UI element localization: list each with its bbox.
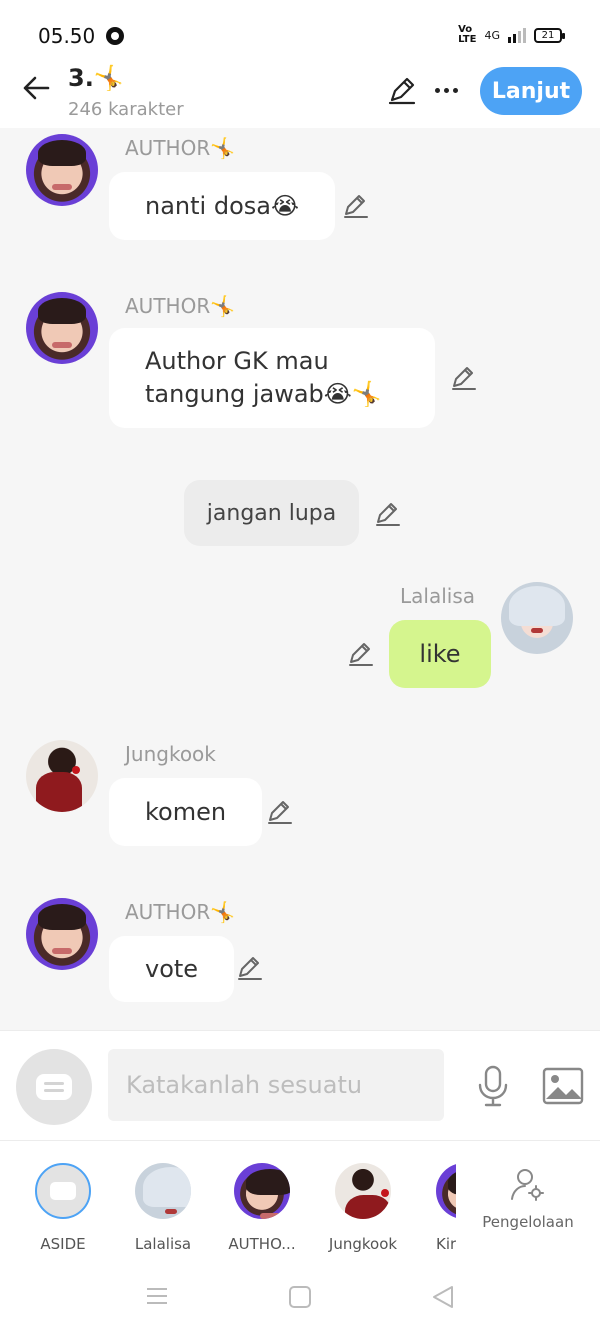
chat-bubble-icon	[50, 1182, 76, 1200]
character-strip: ASIDE Lalalisa AUTHO... Jungkook Kir Pen…	[0, 1140, 600, 1260]
edit-message-icon[interactable]	[347, 640, 375, 668]
story-title: 3.🤸	[68, 64, 124, 92]
character-label: ASIDE	[40, 1235, 86, 1253]
edit-title-icon[interactable]	[386, 74, 418, 106]
character-label: Kir	[436, 1235, 456, 1253]
chat-area[interactable]: AUTHOR🤸 nanti dosa😭 AUTHOR🤸 Author GK ma…	[0, 128, 600, 1030]
recent-apps-icon[interactable]	[146, 1286, 168, 1306]
status-bar: 05.50 Vo LTE 4G 21	[0, 0, 600, 62]
avatar-lalalisa[interactable]	[501, 582, 573, 654]
message-input-bar: Katakanlah sesuatu	[0, 1030, 600, 1140]
edit-message-icon[interactable]	[342, 192, 370, 220]
message-bubble[interactable]: nanti dosa😭	[109, 172, 336, 240]
speaker-name: AUTHOR🤸	[125, 294, 236, 318]
back-triangle-icon[interactable]	[430, 1284, 456, 1310]
avatar-other	[436, 1163, 456, 1219]
character-list[interactable]: ASIDE Lalalisa AUTHO... Jungkook Kir	[0, 1141, 456, 1261]
manage-label: Pengelolaan	[482, 1213, 574, 1231]
avatar-author[interactable]	[26, 292, 98, 364]
aside-bubble[interactable]: jangan lupa	[184, 480, 359, 546]
character-lalalisa[interactable]: Lalalisa	[123, 1163, 203, 1253]
edit-message-icon[interactable]	[266, 798, 294, 826]
message-bubble[interactable]: vote	[109, 936, 235, 1002]
message-input[interactable]: Katakanlah sesuatu	[108, 1049, 444, 1121]
status-time: 05.50	[38, 24, 96, 48]
back-button[interactable]	[18, 70, 54, 106]
speaker-name: Lalalisa	[400, 584, 475, 608]
avatar-jungkook[interactable]	[26, 740, 98, 812]
speaker-name: AUTHOR🤸	[125, 136, 236, 160]
avatar-author[interactable]	[26, 898, 98, 970]
character-label: Lalalisa	[134, 1235, 192, 1253]
avatar-jungkook	[335, 1163, 391, 1219]
image-upload-icon[interactable]	[542, 1067, 584, 1105]
aside-toggle-button[interactable]	[16, 1049, 92, 1125]
message-bubble[interactable]: like	[389, 620, 491, 688]
next-button[interactable]: Lanjut	[480, 67, 582, 115]
microphone-icon[interactable]	[474, 1065, 512, 1107]
manage-characters-button[interactable]: Pengelolaan	[478, 1165, 578, 1231]
avatar-author	[234, 1163, 290, 1219]
editor-header: 3.🤸 246 karakter Lanjut	[0, 62, 600, 128]
network-type: 4G	[484, 28, 500, 42]
character-count: 246 karakter	[68, 99, 184, 120]
chrome-icon	[106, 27, 124, 45]
user-settings-icon	[511, 1169, 544, 1201]
edit-message-icon[interactable]	[236, 954, 264, 982]
status-indicators: Vo LTE 4G 21	[458, 24, 565, 45]
character-author[interactable]: AUTHO...	[222, 1163, 302, 1253]
message-bubble[interactable]: Author GK mau tangung jawab😭🤸	[109, 328, 435, 428]
character-label: AUTHO...	[228, 1235, 296, 1253]
message-bubble[interactable]: komen	[109, 778, 263, 846]
avatar-author[interactable]	[26, 134, 98, 206]
system-nav-bar	[0, 1260, 600, 1333]
battery-icon: 21	[534, 27, 565, 43]
character-aside[interactable]: ASIDE	[23, 1163, 103, 1253]
character-label: Jungkook	[328, 1235, 398, 1253]
character-jungkook[interactable]: Jungkook	[323, 1163, 403, 1253]
speaker-name: AUTHOR🤸	[125, 900, 236, 924]
edit-message-icon[interactable]	[374, 500, 402, 528]
home-icon[interactable]	[289, 1286, 311, 1308]
aside-avatar	[35, 1163, 91, 1219]
signal-icon	[508, 27, 526, 43]
more-options-icon[interactable]	[432, 76, 460, 104]
speaker-name: Jungkook	[125, 742, 216, 766]
avatar-lalalisa	[135, 1163, 191, 1219]
character-partial[interactable]: Kir	[424, 1163, 456, 1253]
back-arrow-icon	[23, 76, 50, 100]
edit-message-icon[interactable]	[450, 364, 478, 392]
chat-bubble-icon	[36, 1074, 72, 1100]
volte-icon: Vo LTE	[458, 24, 477, 45]
